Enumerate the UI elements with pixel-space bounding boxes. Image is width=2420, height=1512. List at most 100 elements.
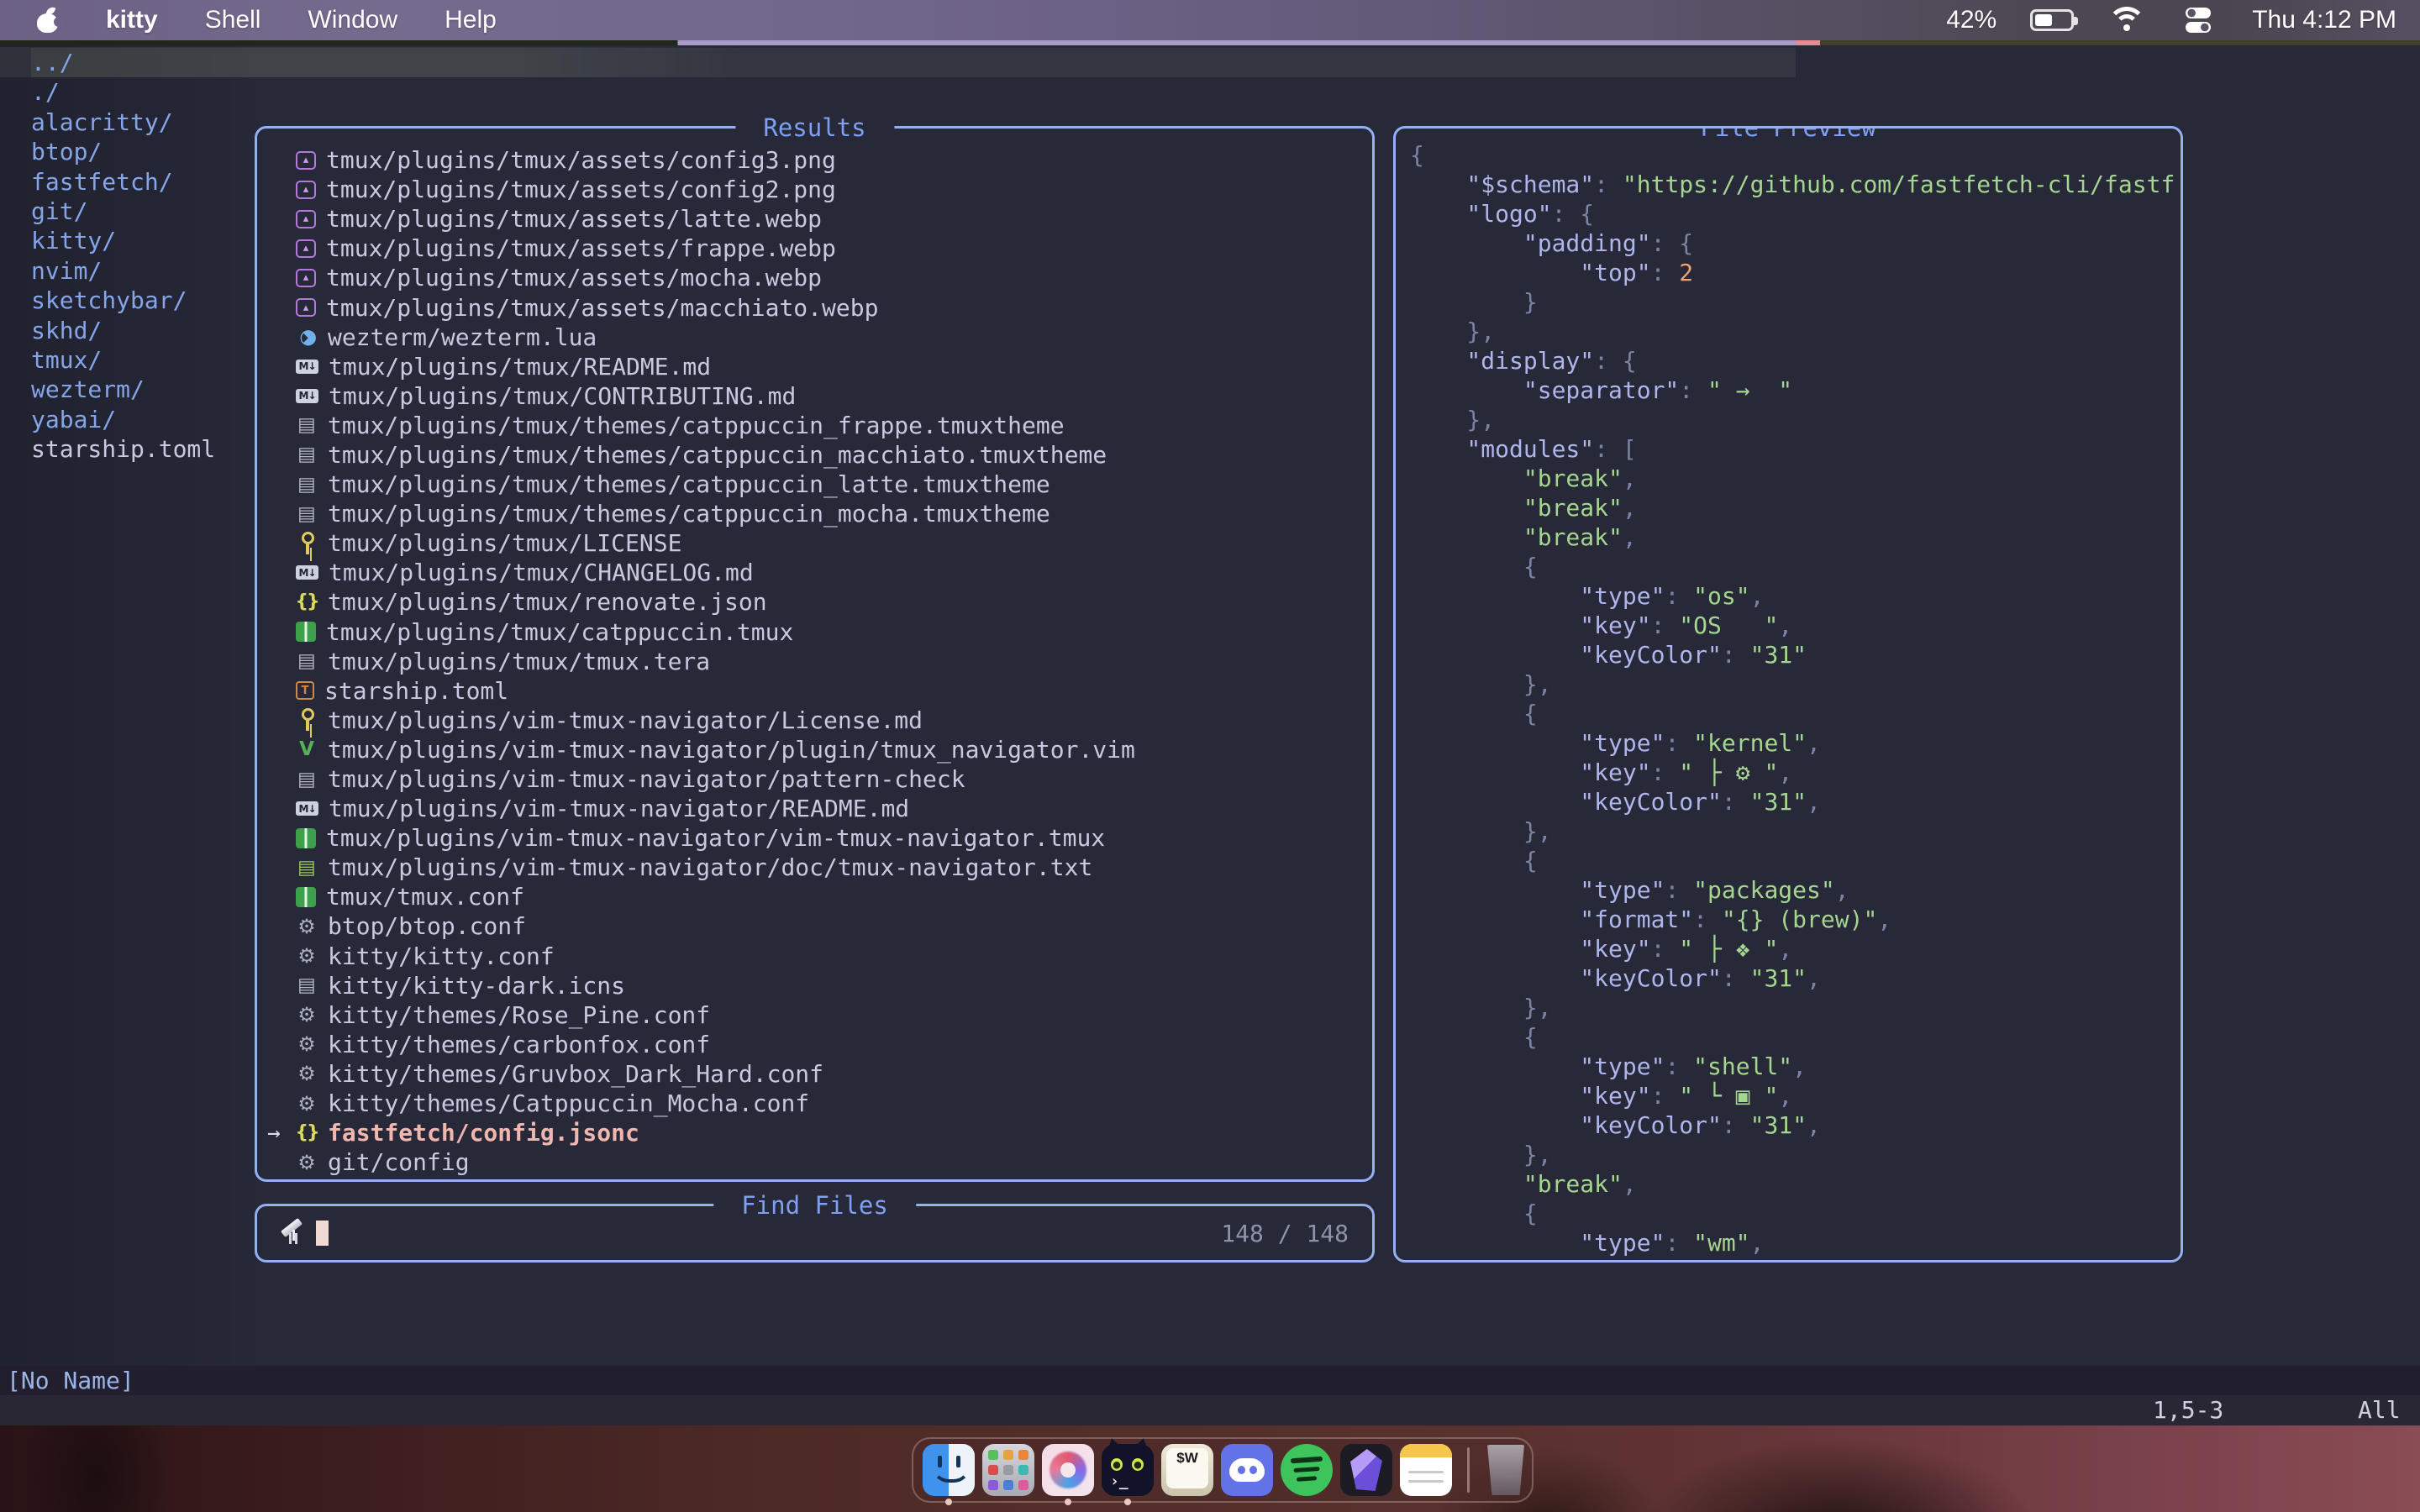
code-line: "break", <box>1410 522 2175 552</box>
code-line: "key": "OS ", <box>1410 611 2175 640</box>
result-row[interactable]: kitty/themes/Rose_Pine.conf <box>257 1000 1372 1030</box>
file-path: tmux/plugins/tmux/CONTRIBUTING.md <box>329 382 796 410</box>
result-row[interactable]: tmux/plugins/vim-tmux-navigator/plugin/t… <box>257 735 1372 764</box>
sidebar-item[interactable]: ./ <box>31 77 1796 107</box>
result-row[interactable]: git/config <box>257 1147 1372 1177</box>
tmux-file-icon <box>296 622 316 642</box>
dock-app-finder[interactable] <box>923 1444 975 1496</box>
result-row[interactable]: starship.toml <box>257 676 1372 706</box>
result-row[interactable]: tmux/plugins/tmux/README.md <box>257 352 1372 381</box>
result-row[interactable]: wezterm/wezterm.lua <box>257 323 1372 352</box>
img-file-icon <box>296 269 316 287</box>
result-row[interactable]: kitty/themes/carbonfox.conf <box>257 1030 1372 1059</box>
code-line: "separator": " → " <box>1410 375 2175 405</box>
spotify-app-icon <box>1281 1444 1333 1496</box>
dock-app-discord[interactable] <box>1221 1444 1273 1496</box>
result-row[interactable]: tmux/plugins/tmux/assets/config3.png <box>257 145 1372 175</box>
code-line: { <box>1410 552 2175 581</box>
result-row[interactable]: tmux/plugins/tmux/themes/catppuccin_moch… <box>257 499 1372 528</box>
result-row[interactable]: tmux/plugins/tmux/assets/mocha.webp <box>257 263 1372 292</box>
dock-app-kitty[interactable] <box>1102 1444 1154 1496</box>
file-path: tmux/plugins/tmux/renovate.json <box>328 588 767 616</box>
file-path: tmux/plugins/tmux/themes/catppuccin_frap… <box>328 412 1065 439</box>
dock-app-notes[interactable] <box>1400 1444 1452 1496</box>
result-row[interactable]: tmux/plugins/tmux/themes/catppuccin_frap… <box>257 411 1372 440</box>
result-row[interactable]: tmux/plugins/tmux/assets/frappe.webp <box>257 234 1372 263</box>
md-file-icon <box>296 565 318 580</box>
result-row[interactable]: tmux/plugins/tmux/assets/macchiato.webp <box>257 292 1372 322</box>
file-path: tmux/plugins/tmux/assets/latte.webp <box>326 205 822 233</box>
menu-item-window[interactable]: Window <box>308 6 397 34</box>
doc-file-icon <box>296 649 318 673</box>
result-row[interactable]: tmux/plugins/vim-tmux-navigator/README.m… <box>257 794 1372 823</box>
file-path: tmux/plugins/tmux/catppuccin.tmux <box>326 618 793 646</box>
find-files-input[interactable]: 148 / 148 <box>257 1206 1372 1260</box>
code-line: }, <box>1410 317 2175 346</box>
trash-icon[interactable] <box>1485 1445 1527 1495</box>
dock-app-keycap[interactable]: $W <box>1161 1444 1213 1496</box>
code-line: { <box>1410 699 2175 728</box>
code-line: "type": "shell", <box>1410 1052 2175 1081</box>
result-row[interactable]: kitty/kitty-dark.icns <box>257 971 1372 1000</box>
doc-file-icon <box>296 413 318 437</box>
file-path: tmux/plugins/tmux/README.md <box>329 353 711 381</box>
md-file-icon <box>296 360 318 374</box>
file-path: tmux/plugins/tmux/themes/catppuccin_latt… <box>328 470 1050 498</box>
result-row[interactable]: tmux/plugins/tmux/assets/config2.png <box>257 175 1372 204</box>
menu-clock[interactable]: Thu 4:12 PM <box>2252 6 2396 34</box>
result-row[interactable]: tmux/plugins/tmux/catppuccin.tmux <box>257 617 1372 647</box>
result-row[interactable]: tmux/plugins/vim-tmux-navigator/pattern-… <box>257 764 1372 794</box>
doc-file-icon <box>296 473 318 496</box>
result-row[interactable]: tmux/plugins/tmux/CHANGELOG.md <box>257 558 1372 587</box>
code-line: { <box>1410 140 2175 170</box>
discord-app-icon <box>1221 1444 1273 1496</box>
result-row[interactable]: kitty/kitty.conf <box>257 942 1372 971</box>
md-file-icon <box>296 389 318 403</box>
menu-item-help[interactable]: Help <box>445 6 497 34</box>
dock-app-launchpad[interactable] <box>982 1444 1034 1496</box>
battery-icon[interactable] <box>2030 9 2074 31</box>
wifi-icon[interactable] <box>2107 7 2146 34</box>
result-row[interactable]: kitty/themes/Catppuccin_Mocha.conf <box>257 1089 1372 1118</box>
menu-app-name[interactable]: kitty <box>106 6 158 34</box>
dock: $W <box>912 1437 1534 1503</box>
code-line: "format": "{} (brew)", <box>1410 905 2175 934</box>
file-path: wezterm/wezterm.lua <box>328 323 597 351</box>
code-line: "type": "wm", <box>1410 1228 2175 1257</box>
file-path: kitty/kitty-dark.icns <box>328 972 625 1000</box>
scroll-indicator: All <box>2358 1395 2401 1425</box>
result-row[interactable]: →fastfetch/config.jsonc <box>257 1118 1372 1147</box>
arc-app-icon <box>1042 1444 1094 1496</box>
result-row[interactable]: tmux/plugins/tmux/LICENSE <box>257 528 1372 558</box>
result-row[interactable]: tmux/plugins/vim-tmux-navigator/vim-tmux… <box>257 823 1372 853</box>
result-row[interactable]: tmux/tmux.conf <box>257 882 1372 911</box>
menu-item-shell[interactable]: Shell <box>205 6 261 34</box>
lua-file-icon <box>296 325 318 349</box>
code-line: "keyColor": "31", <box>1410 1110 2175 1140</box>
result-row[interactable]: tmux/plugins/tmux/CONTRIBUTING.md <box>257 381 1372 411</box>
result-row[interactable]: btop/btop.conf <box>257 911 1372 941</box>
result-row[interactable]: tmux/plugins/tmux/themes/catppuccin_macc… <box>257 440 1372 470</box>
file-path: tmux/plugins/vim-tmux-navigator/plugin/t… <box>328 736 1135 764</box>
dock-app-obsidian[interactable] <box>1340 1444 1392 1496</box>
sidebar-item[interactable]: ../ <box>31 48 1796 77</box>
result-row[interactable]: kitty/themes/Gruvbox_Dark_Hard.conf <box>257 1059 1372 1089</box>
code-line: "display": { <box>1410 346 2175 375</box>
file-path: tmux/plugins/tmux/assets/config2.png <box>326 176 836 203</box>
dock-app-arc[interactable] <box>1042 1444 1094 1496</box>
code-line: "type": "kernel", <box>1410 728 2175 758</box>
result-row[interactable]: tmux/plugins/tmux/assets/latte.webp <box>257 204 1372 234</box>
notes-app-icon <box>1400 1444 1452 1496</box>
result-row[interactable]: tmux/plugins/tmux/themes/catppuccin_latt… <box>257 470 1372 499</box>
apple-menu-icon[interactable] <box>37 8 59 33</box>
result-row[interactable]: tmux/plugins/vim-tmux-navigator/doc/tmux… <box>257 853 1372 882</box>
control-center-icon[interactable] <box>2180 8 2218 33</box>
gear-file-icon <box>296 1062 318 1085</box>
result-row[interactable]: tmux/plugins/vim-tmux-navigator/License.… <box>257 706 1372 735</box>
file-path: btop/btop.conf <box>328 912 526 940</box>
result-row[interactable]: tmux/plugins/tmux/tmux.tera <box>257 647 1372 676</box>
file-path: kitty/themes/Gruvbox_Dark_Hard.conf <box>328 1060 823 1088</box>
result-row[interactable]: tmux/plugins/tmux/renovate.json <box>257 587 1372 617</box>
terminal-window: .././alacritty/btop/fastfetch/git/kitty/… <box>0 45 2420 1425</box>
dock-app-spotify[interactable] <box>1281 1444 1333 1496</box>
